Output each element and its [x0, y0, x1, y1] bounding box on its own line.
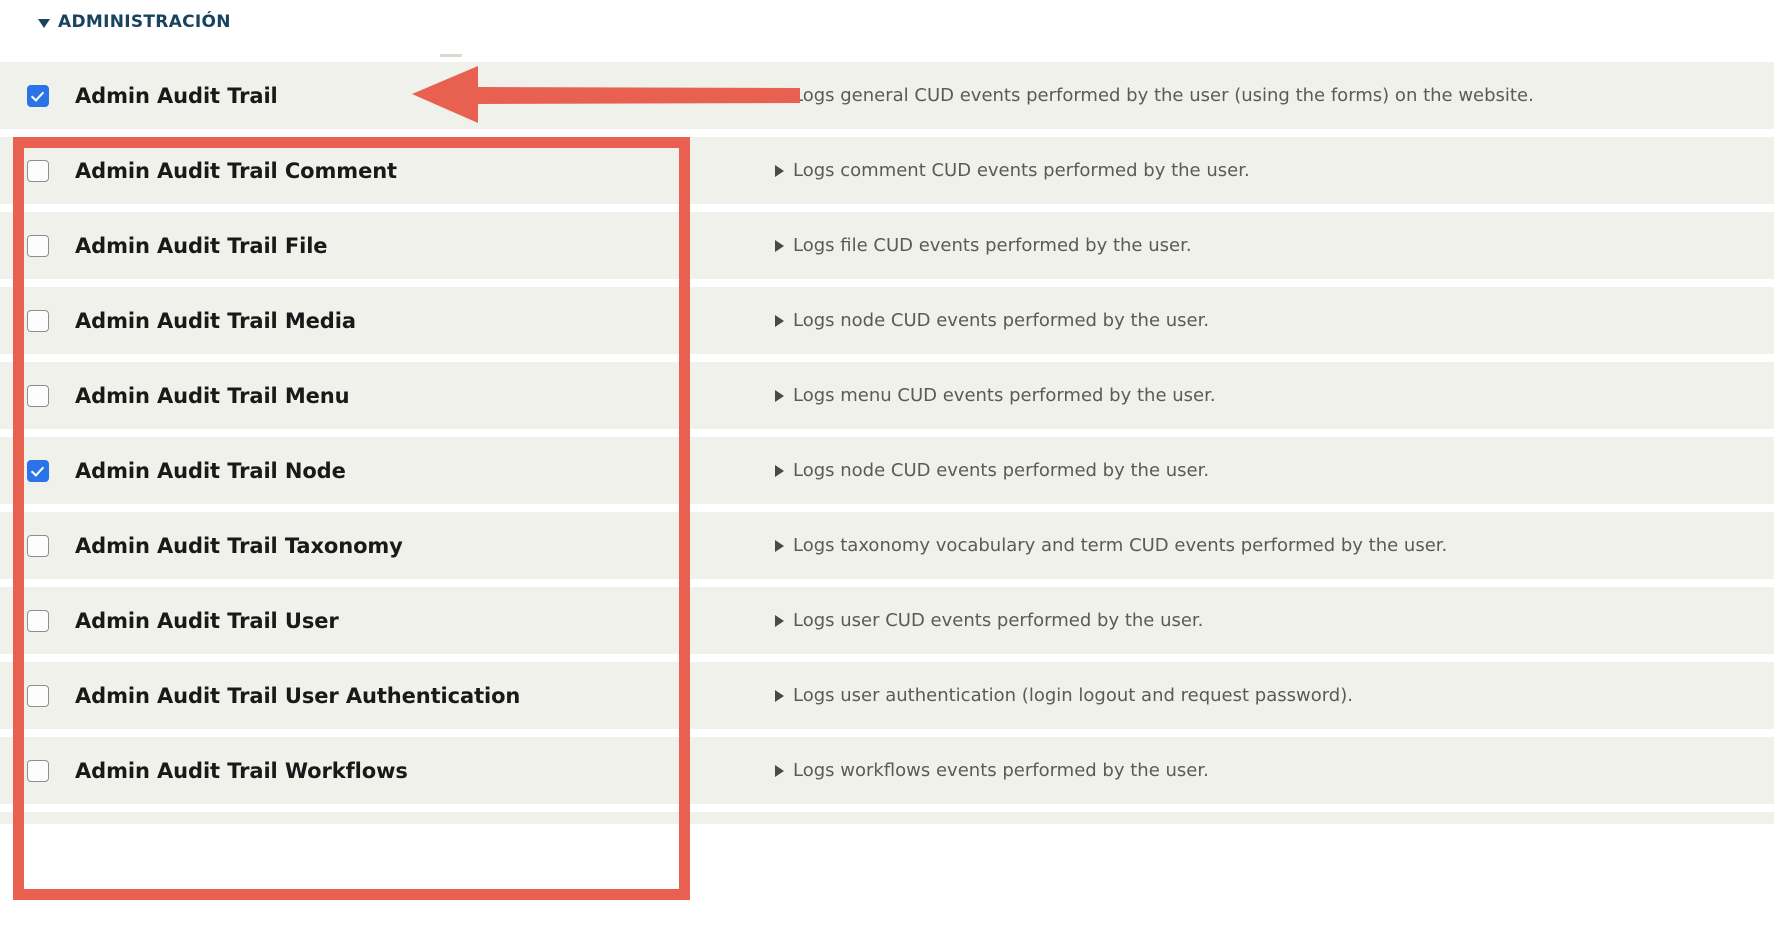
module-row[interactable]: Admin Audit Trail Taxonomy Logs taxonomy … — [0, 512, 1774, 579]
module-description-cell[interactable]: Logs comment CUD events performed by the… — [775, 160, 1774, 181]
module-description: Logs node CUD events performed by the us… — [793, 310, 1210, 331]
module-name: Admin Audit Trail File — [75, 233, 328, 258]
triangle-right-icon[interactable] — [775, 164, 784, 177]
module-description: Logs menu CUD events performed by the us… — [793, 385, 1216, 406]
module-description-cell[interactable]: Logs menu CUD events performed by the us… — [775, 385, 1774, 406]
checkbox-unchecked-icon[interactable] — [26, 384, 49, 407]
checkbox-unchecked-icon[interactable] — [26, 534, 49, 557]
module-name: Admin Audit Trail User — [75, 608, 339, 633]
triangle-down-icon — [38, 18, 50, 28]
module-description-cell[interactable]: Logs file CUD events performed by the us… — [775, 235, 1774, 256]
module-description-cell[interactable]: Logs taxonomy vocabulary and term CUD ev… — [775, 535, 1774, 556]
module-name: Admin Audit Trail Comment — [75, 158, 397, 183]
module-checkbox-cell[interactable] — [0, 684, 75, 707]
triangle-right-icon[interactable] — [775, 764, 784, 777]
module-row-partial[interactable] — [0, 812, 1774, 824]
triangle-right-icon[interactable] — [775, 539, 784, 552]
triangle-right-icon[interactable] — [775, 614, 784, 627]
module-name: Admin Audit Trail — [75, 83, 278, 108]
module-description: Logs workflows events performed by the u… — [793, 760, 1209, 781]
module-description-cell[interactable]: Logs user CUD events performed by the us… — [775, 610, 1774, 631]
module-checkbox-cell[interactable] — [0, 159, 75, 182]
module-name: Admin Audit Trail Menu — [75, 383, 350, 408]
module-checkbox-cell[interactable] — [0, 609, 75, 632]
checkbox-unchecked-icon[interactable] — [26, 609, 49, 632]
section-title: ADMINISTRACIÓN — [58, 12, 231, 32]
checkbox-checked-icon[interactable] — [26, 84, 49, 107]
checkbox-checked-icon[interactable] — [26, 459, 49, 482]
section-header[interactable]: ADMINISTRACIÓN — [38, 12, 231, 32]
triangle-right-icon[interactable] — [775, 464, 784, 477]
triangle-right-icon[interactable] — [775, 314, 784, 327]
module-name: Admin Audit Trail Taxonomy — [75, 533, 403, 558]
module-name: Admin Audit Trail Media — [75, 308, 356, 333]
module-row[interactable]: Admin Audit Trail Comment Logs comment CU… — [0, 137, 1774, 204]
module-row[interactable]: Admin Audit Trail User Authentication Log… — [0, 662, 1774, 729]
module-row[interactable]: Admin Audit Trail Media Logs node CUD eve… — [0, 287, 1774, 354]
module-checkbox-cell[interactable] — [0, 459, 75, 482]
module-checkbox-cell[interactable] — [0, 384, 75, 407]
triangle-right-icon[interactable] — [775, 239, 784, 252]
module-row[interactable]: Admin Audit Trail File Logs file CUD even… — [0, 212, 1774, 279]
module-row[interactable]: Admin Audit Trail Menu Logs menu CUD even… — [0, 362, 1774, 429]
checkbox-unchecked-icon[interactable] — [26, 759, 49, 782]
module-checkbox-cell[interactable] — [0, 234, 75, 257]
module-description-cell[interactable]: Logs node CUD events performed by the us… — [775, 310, 1774, 331]
module-description: Logs node CUD events performed by the us… — [793, 460, 1210, 481]
module-list: Admin Audit Trail Logs general CUD events… — [0, 62, 1774, 832]
module-description: Logs taxonomy vocabulary and term CUD ev… — [793, 535, 1448, 556]
module-checkbox-cell[interactable] — [0, 759, 75, 782]
module-description: Logs comment CUD events performed by the… — [793, 160, 1250, 181]
module-name: Admin Audit Trail User Authentication — [75, 683, 521, 708]
checkbox-unchecked-icon[interactable] — [26, 234, 49, 257]
module-checkbox-cell[interactable] — [0, 309, 75, 332]
module-description-cell[interactable]: Logs user authentication (login logout a… — [775, 685, 1774, 706]
module-row[interactable]: Admin Audit Trail User Logs user CUD even… — [0, 587, 1774, 654]
checkbox-unchecked-icon[interactable] — [26, 159, 49, 182]
module-name: Admin Audit Trail Workflows — [75, 758, 408, 783]
module-checkbox-cell[interactable] — [0, 534, 75, 557]
triangle-right-icon[interactable] — [775, 389, 784, 402]
module-row[interactable]: Admin Audit Trail Logs general CUD events… — [0, 62, 1774, 129]
module-description-cell[interactable]: Logs general CUD events performed by the… — [775, 85, 1774, 106]
previous-row-sliver — [440, 54, 462, 57]
module-description: Logs user CUD events performed by the us… — [793, 610, 1204, 631]
module-name: Admin Audit Trail Node — [75, 458, 346, 483]
module-row[interactable]: Admin Audit Trail Node Logs node CUD even… — [0, 437, 1774, 504]
module-checkbox-cell[interactable] — [0, 84, 75, 107]
module-description-cell[interactable]: Logs node CUD events performed by the us… — [775, 460, 1774, 481]
module-description: Logs user authentication (login logout a… — [793, 685, 1353, 706]
triangle-right-icon[interactable] — [775, 89, 784, 102]
checkbox-unchecked-icon[interactable] — [26, 684, 49, 707]
module-description: Logs general CUD events performed by the… — [793, 85, 1534, 106]
triangle-right-icon[interactable] — [775, 689, 784, 702]
module-description-cell[interactable]: Logs workflows events performed by the u… — [775, 760, 1774, 781]
module-row[interactable]: Admin Audit Trail Workflows Logs workflow… — [0, 737, 1774, 804]
checkbox-unchecked-icon[interactable] — [26, 309, 49, 332]
module-description: Logs file CUD events performed by the us… — [793, 235, 1192, 256]
